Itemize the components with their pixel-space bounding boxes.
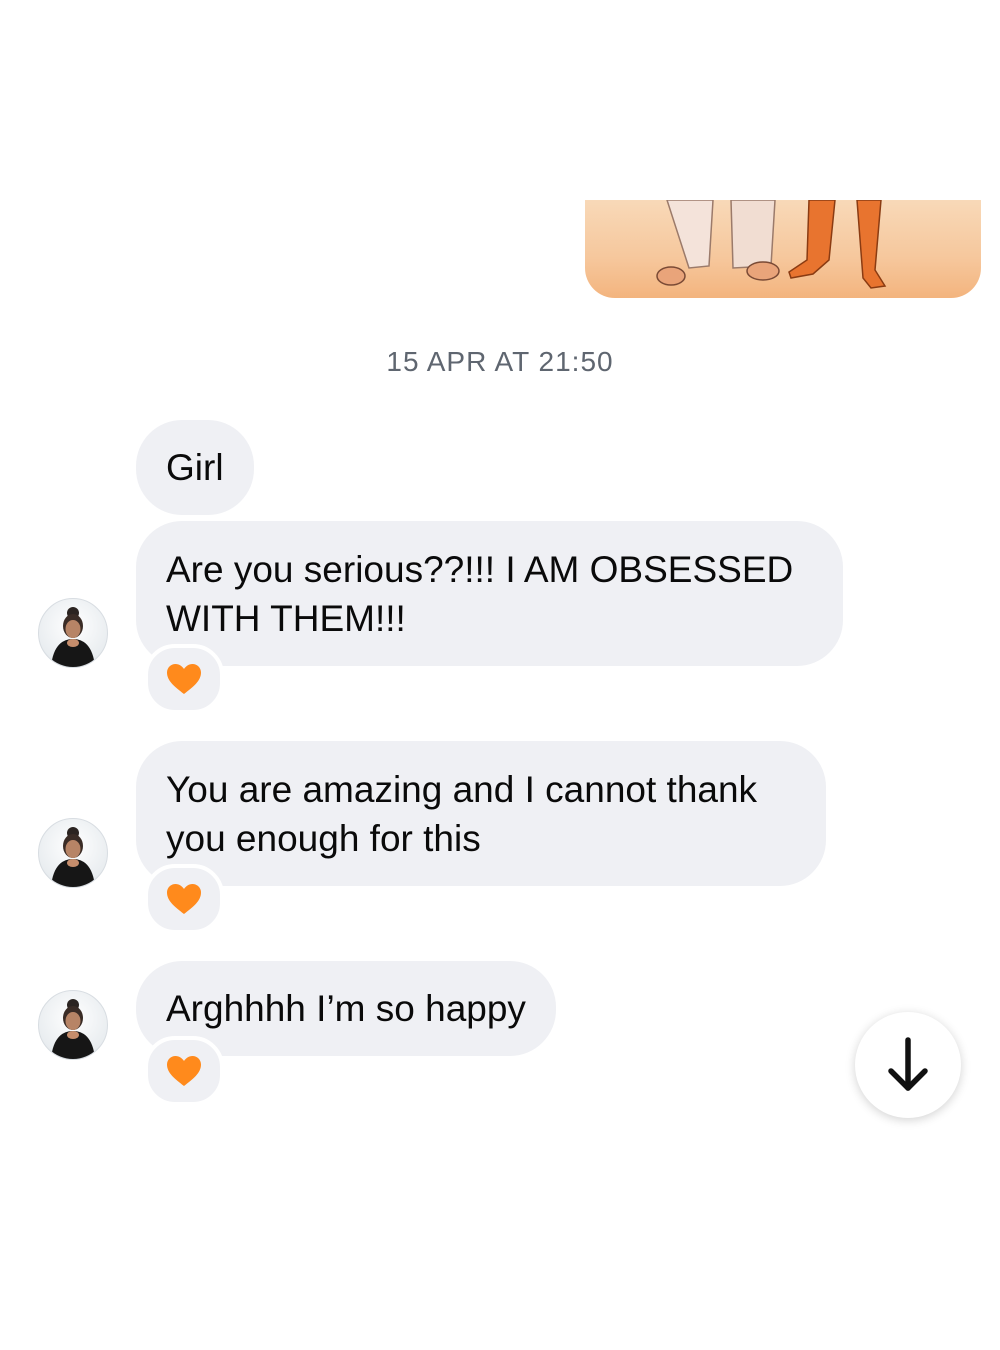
arrow-down-icon — [888, 1037, 928, 1091]
avatar[interactable] — [38, 990, 108, 1060]
message-text: Arghhhh I’m so happy — [166, 988, 526, 1029]
avatar[interactable] — [38, 598, 108, 668]
reaction-badge[interactable] — [144, 864, 224, 934]
orange-heart-icon — [167, 1056, 201, 1086]
message-bubble[interactable]: You are amazing and I cannot thank you e… — [136, 741, 826, 886]
timestamp: 15 APR AT 21:50 — [386, 346, 614, 377]
message-bubble[interactable]: Girl — [136, 420, 254, 515]
reaction-badge[interactable] — [144, 644, 224, 714]
message-text: You are amazing and I cannot thank you e… — [166, 769, 758, 859]
message-bubble[interactable]: Are you serious??!!! I AM OBSESSED WITH … — [136, 521, 843, 666]
avatar[interactable] — [38, 818, 108, 888]
scroll-down-button[interactable] — [855, 1012, 961, 1118]
orange-heart-icon — [167, 884, 201, 914]
reaction-badge[interactable] — [144, 1036, 224, 1106]
message-text: Are you serious??!!! I AM OBSESSED WITH … — [166, 549, 794, 639]
sent-image[interactable] — [585, 200, 981, 298]
orange-heart-icon — [167, 664, 201, 694]
message-text: Girl — [166, 447, 224, 488]
